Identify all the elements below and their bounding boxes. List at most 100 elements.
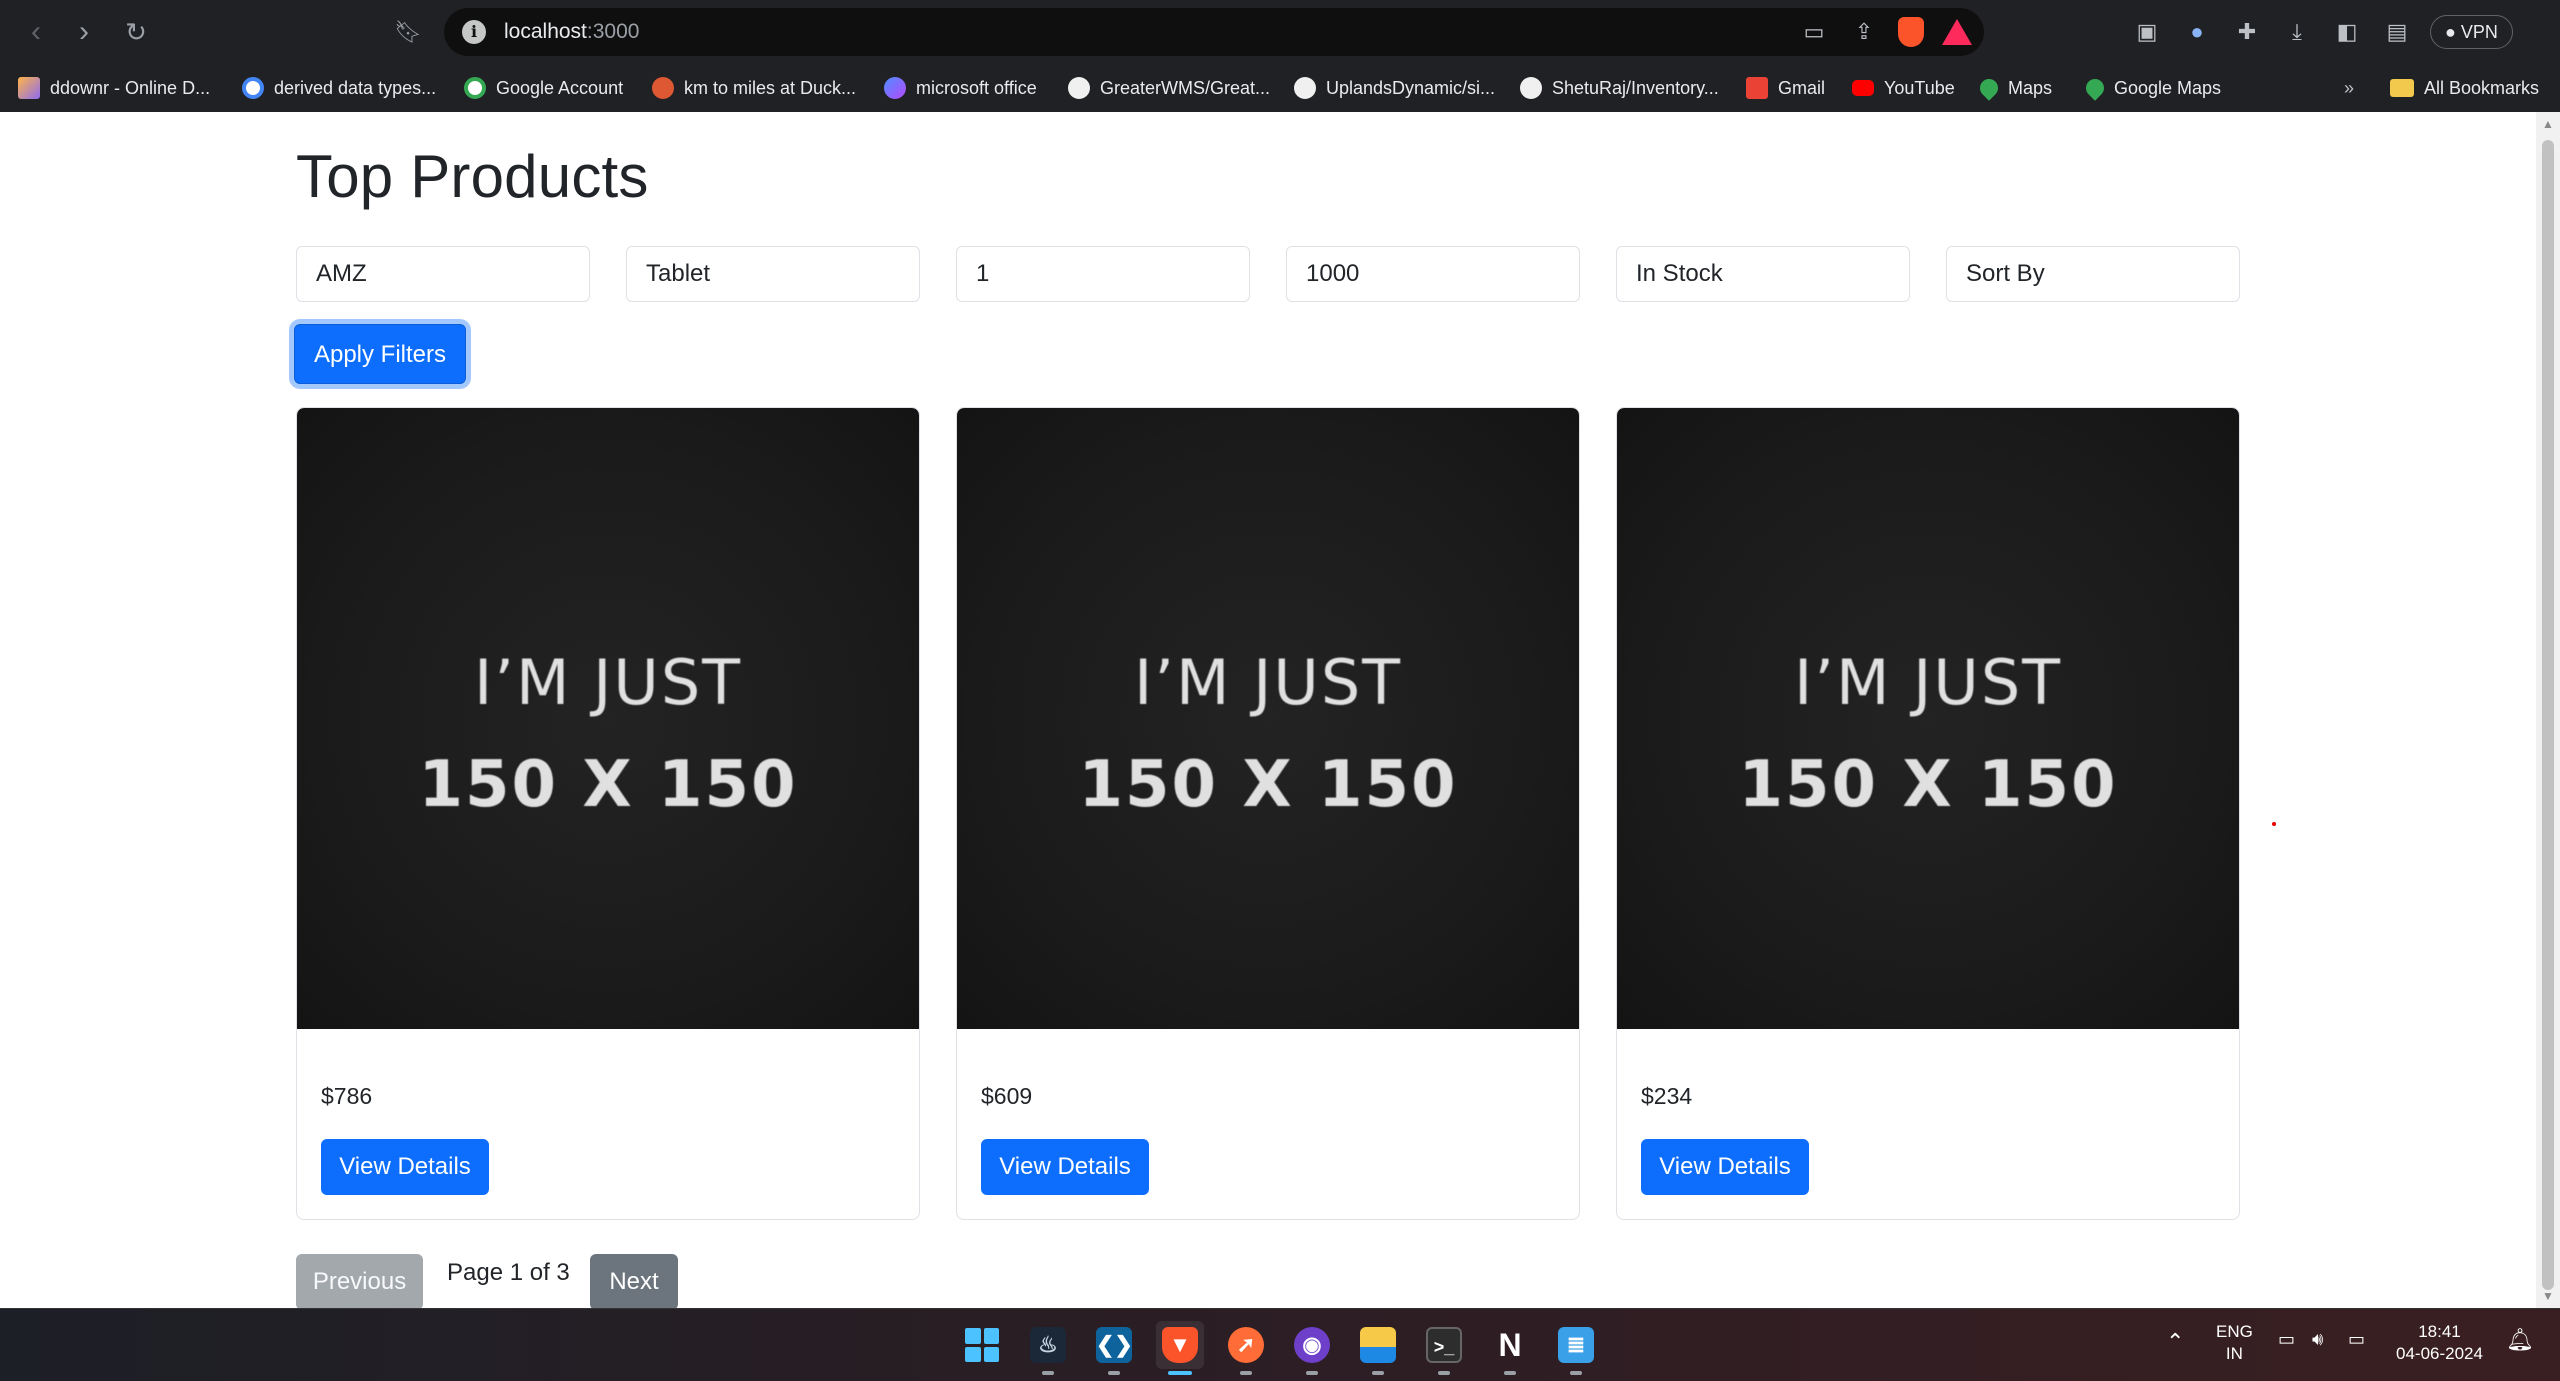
folder-icon xyxy=(2390,79,2414,97)
overflow-chevron-icon: » xyxy=(2344,77,2355,98)
bookmark-label: derived data types... xyxy=(274,77,437,98)
file-explorer-icon[interactable] xyxy=(1354,1321,1402,1375)
bookmark-item[interactable]: microsoft office xyxy=(884,74,1037,102)
min-price-input[interactable]: 1 xyxy=(956,246,1250,302)
running-indicator xyxy=(1108,1371,1120,1375)
bookmark-item[interactable]: YouTube xyxy=(1852,74,1955,102)
company-select[interactable]: AMZ xyxy=(296,246,590,302)
maps-pin-icon xyxy=(2082,75,2108,101)
page-content: Top Products AMZ Tablet 1 1000 In Stock … xyxy=(0,112,2536,1310)
back-icon[interactable]: ‹ xyxy=(16,12,56,52)
wallet-icon[interactable]: ▤ xyxy=(2380,15,2414,49)
brave-rewards-icon[interactable] xyxy=(1942,19,1972,45)
bookmark-item[interactable]: Maps xyxy=(1976,74,2052,102)
product-image: I’M JUST 150 X 150 xyxy=(957,408,1579,1029)
running-indicator xyxy=(1306,1371,1318,1375)
bookmark-item[interactable]: UplandsDynamic/si... xyxy=(1294,74,1495,102)
bookmark-item[interactable]: ShetuRaj/Inventory... xyxy=(1520,74,1719,102)
scroll-down-arrow-icon[interactable]: ▼ xyxy=(2540,1288,2556,1304)
gmail-icon xyxy=(1746,77,1768,99)
volume-icon[interactable]: 🔊︎ xyxy=(2312,1329,2323,1350)
site-info-icon[interactable]: i xyxy=(462,20,486,44)
vpn-label: VPN xyxy=(2460,22,2498,42)
availability-select[interactable]: In Stock xyxy=(1616,246,1910,302)
notion-icon[interactable]: N xyxy=(1486,1321,1534,1375)
bookmark-label: YouTube xyxy=(1884,77,1955,98)
bookmark-item[interactable]: ddownr - Online D... xyxy=(18,74,210,102)
sort-select[interactable]: Sort By xyxy=(1946,246,2240,302)
github-glyph-icon: ◉ xyxy=(1294,1327,1330,1363)
extension-icon[interactable]: ● xyxy=(2180,15,2214,49)
address-bar[interactable]: i localhost:3000 ▭ ⇪ xyxy=(444,8,1984,56)
download-icon[interactable]: ⤓ xyxy=(2280,15,2314,49)
windows-logo-icon xyxy=(965,1328,999,1362)
url-host: localhost xyxy=(504,20,587,43)
view-details-button[interactable]: View Details xyxy=(981,1139,1149,1195)
all-bookmarks-button[interactable]: All Bookmarks xyxy=(2390,74,2539,102)
view-details-button[interactable]: View Details xyxy=(321,1139,489,1195)
region-label: IN xyxy=(2225,1344,2243,1363)
bookmark-item[interactable]: derived data types... xyxy=(242,74,436,102)
next-page-button[interactable]: Next xyxy=(590,1254,678,1310)
battery-icon[interactable]: ▭ xyxy=(2348,1329,2365,1350)
network-icon[interactable]: ▭ xyxy=(2278,1329,2295,1350)
brave-icon[interactable]: ▼ xyxy=(1156,1321,1204,1375)
category-select[interactable]: Tablet xyxy=(626,246,920,302)
postman-icon[interactable]: ➚ xyxy=(1222,1321,1270,1375)
sidebar-icon[interactable]: ◧ xyxy=(2330,15,2364,49)
view-details-button[interactable]: View Details xyxy=(1641,1139,1809,1195)
show-hidden-icons-chevron-icon[interactable]: ⌃ xyxy=(2166,1329,2184,1355)
notion-glyph-icon: N xyxy=(1498,1327,1522,1363)
tab-search-icon[interactable]: ▣ xyxy=(2130,15,2164,49)
scroll-up-arrow-icon[interactable]: ▲ xyxy=(2540,116,2556,132)
terminal-icon[interactable]: >_ xyxy=(1420,1321,1468,1375)
placeholder-size-text: 150 X 150 xyxy=(1078,748,1458,822)
placeholder-text: I’M JUST xyxy=(473,646,743,719)
previous-page-button[interactable]: Previous xyxy=(296,1254,423,1310)
youtube-icon xyxy=(1852,80,1874,96)
bookmarks-overflow-button[interactable]: » xyxy=(2344,74,2354,102)
bookmark-item[interactable]: Google Maps xyxy=(2082,74,2221,102)
url-text[interactable]: localhost:3000 xyxy=(504,20,639,44)
language-indicator[interactable]: ENG IN xyxy=(2216,1321,2253,1365)
ddownr-icon xyxy=(18,77,40,99)
product-image: I’M JUST 150 X 150 xyxy=(1617,408,2239,1029)
steam-icon[interactable]: ♨ xyxy=(1024,1321,1072,1375)
reload-icon[interactable]: ↻ xyxy=(116,12,156,52)
bookmark-label: ShetuRaj/Inventory... xyxy=(1552,77,1719,98)
cast-icon[interactable]: ▭ xyxy=(1798,16,1830,48)
puzzle-icon[interactable]: ✚ xyxy=(2230,15,2264,49)
bookmark-icon[interactable]: 🔖︎ xyxy=(388,12,428,52)
cursor-dot xyxy=(2272,822,2276,826)
taskbar: ♨ ❮❯ ▼ ➚ ◉ >_ N ≣ ⌃ ENG IN ▭ 🔊︎ ▭ 18:41 … xyxy=(0,1308,2560,1381)
bookmark-item[interactable]: GreaterWMS/Great... xyxy=(1068,74,1270,102)
apply-filters-button[interactable]: Apply Filters xyxy=(294,324,466,384)
scrollbar-thumb[interactable] xyxy=(2542,140,2554,1290)
notepad-glyph-icon: ≣ xyxy=(1558,1327,1594,1363)
vscode-icon[interactable]: ❮❯ xyxy=(1090,1321,1138,1375)
max-price-input[interactable]: 1000 xyxy=(1286,246,1580,302)
github-icon xyxy=(1520,77,1542,99)
start-icon[interactable] xyxy=(958,1321,1006,1369)
clock[interactable]: 18:41 04-06-2024 xyxy=(2396,1321,2483,1365)
running-indicator xyxy=(1570,1371,1582,1375)
bookmark-label: ddownr - Online D... xyxy=(50,77,211,98)
notepad-icon[interactable]: ≣ xyxy=(1552,1321,1600,1375)
vscode-glyph-icon: ❮❯ xyxy=(1096,1327,1133,1363)
bookmark-item[interactable]: km to miles at Duck... xyxy=(652,74,856,102)
running-indicator xyxy=(1240,1371,1252,1375)
product-card: I’M JUST 150 X 150 $786 View Details xyxy=(296,407,920,1220)
share-icon[interactable]: ⇪ xyxy=(1848,16,1880,48)
notification-icon[interactable]: 🔔︎ xyxy=(2506,1327,2534,1353)
product-price: $234 xyxy=(1641,1083,1693,1109)
bookmark-item[interactable]: Gmail xyxy=(1746,74,1825,102)
github-desktop-icon[interactable]: ◉ xyxy=(1288,1321,1336,1375)
brave-shields-icon[interactable] xyxy=(1898,17,1924,47)
page-indicator: Page 1 of 3 xyxy=(447,1259,570,1286)
vpn-button[interactable]: ● VPN xyxy=(2430,15,2513,49)
postman-glyph-icon: ➚ xyxy=(1228,1327,1264,1363)
forward-icon[interactable]: › xyxy=(64,12,104,52)
bookmark-label: km to miles at Duck... xyxy=(684,77,857,98)
bookmark-item[interactable]: Google Account xyxy=(464,74,623,102)
all-bookmarks-label: All Bookmarks xyxy=(2424,77,2540,98)
